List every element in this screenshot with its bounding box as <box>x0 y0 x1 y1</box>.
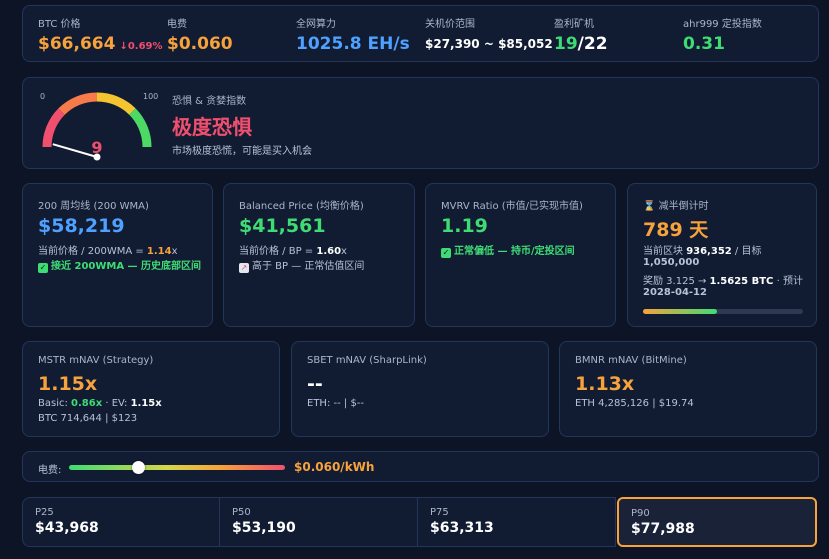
halving-title-row: ⌛ 减半倒计时 <box>643 201 709 212</box>
electricity-label: 电费 <box>167 19 187 30</box>
top-stats-bar: BTC 价格 $66,664 ↓0.69% 电费 $0.060 全网算力 1025… <box>22 5 819 62</box>
hourglass-icon: ⌛ <box>643 201 656 212</box>
mvrv-card: MVRV Ratio (市值/已实现市值) 1.19 ✓ 正常偏低 — 持币/定投… <box>425 183 616 327</box>
wma-card: 200 周均线 (200 WMA) $58,219 当前价格 / 200WMA … <box>22 183 213 327</box>
halving-progress-fill <box>643 309 717 314</box>
wma-ratio: 当前价格 / 200WMA = 1.14x <box>38 246 178 257</box>
electricity-stat: 电费 $0.060 <box>167 15 233 54</box>
gauge-max-label: 100 <box>143 92 158 101</box>
hashrate-value: 1025.8 EH/s <box>296 34 410 54</box>
electricity-value: $0.060 <box>167 34 233 54</box>
percentile-p75: P75 $63,313 <box>418 497 616 547</box>
mvrv-status: ✓ 正常偏低 — 持币/定投区间 <box>441 246 575 258</box>
percentile-label: P50 <box>232 507 251 518</box>
mstr-basic-ev: Basic: 0.86x · EV: 1.15x <box>38 398 162 409</box>
mstr-holdings: BTC 714,644 | $123 <box>38 413 138 424</box>
miners-total: /22 <box>577 34 608 54</box>
hashrate-label: 全网算力 <box>296 19 336 30</box>
percentile-value: $43,968 <box>35 520 99 536</box>
halving-progress-track <box>643 309 803 314</box>
percentile-p50: P50 $53,190 <box>220 497 418 547</box>
percentile-label: P90 <box>631 508 650 519</box>
btc-price-label: BTC 价格 <box>38 19 81 30</box>
sbet-holdings: ETH: -- | $-- <box>307 398 365 409</box>
bp-title: Balanced Price (均衡价格) <box>239 201 364 212</box>
bmnr-mnav-card: BMNR mNAV (BitMine) 1.13x ETH 4,285,126 … <box>559 341 817 437</box>
halving-card: ⌛ 减半倒计时 789 天 当前区块 936,352 / 目标 1,050,00… <box>627 183 817 327</box>
mstr-mnav-card: MSTR mNAV (Strategy) 1.15x Basic: 0.86x … <box>22 341 280 437</box>
bmnr-title: BMNR mNAV (BitMine) <box>575 355 687 366</box>
percentile-p25: P25 $43,968 <box>22 497 220 547</box>
chart-icon: ↗ <box>239 263 249 273</box>
sbet-value: -- <box>307 373 323 395</box>
shutdown-price-label: 关机价范围 <box>425 19 475 30</box>
electricity-slider-label: 电费: <box>38 465 62 476</box>
hashrate-stat: 全网算力 1025.8 EH/s <box>296 15 410 54</box>
btc-price-stat: BTC 价格 $66,664 ↓0.69% <box>38 15 163 54</box>
sbet-mnav-card: SBET mNAV (SharpLink) -- ETH: -- | $-- <box>291 341 549 437</box>
profitable-miners-count: 19 <box>554 34 578 54</box>
bp-ratio: 当前价格 / BP = 1.60x <box>239 246 347 257</box>
fear-greed-card: 0 100 9 恐惧 & 贪婪指数 极度恐惧 市场极度恐慌，可能是买入机会 <box>22 77 819 169</box>
mvrv-value: 1.19 <box>441 215 488 237</box>
bmnr-value: 1.13x <box>575 373 635 395</box>
wma-price: $58,219 <box>38 215 125 237</box>
sbet-title: SBET mNAV (SharpLink) <box>307 355 427 366</box>
gauge-value: 9 <box>91 138 102 157</box>
gauge-min-label: 0 <box>40 92 45 101</box>
wma-status: ✓ 接近 200WMA — 历史底部区间 <box>38 261 202 273</box>
percentile-label: P25 <box>35 507 54 518</box>
percentile-value: $77,988 <box>631 521 695 537</box>
electricity-slider-value: $0.060/kWh <box>294 460 375 474</box>
percentile-value: $63,313 <box>430 520 494 536</box>
shutdown-price-value: $27,390 ~ $85,052 <box>425 37 553 51</box>
fear-greed-title: 恐惧 & 贪婪指数 <box>172 96 247 107</box>
halving-date: 2028-04-12 <box>643 287 707 298</box>
halving-days: 789 天 <box>643 219 709 241</box>
check-icon: ✓ <box>38 263 48 273</box>
mstr-value: 1.15x <box>38 373 98 395</box>
fear-greed-description: 市场极度恐慌，可能是买入机会 <box>172 146 312 157</box>
profitable-miners-label: 盈利矿机 <box>554 19 594 30</box>
bp-status: ↗ 高于 BP — 正常估值区间 <box>239 261 365 273</box>
halving-block-target: 1,050,000 <box>643 257 700 268</box>
halving-reward-line: 奖励 3.125 → 1.5625 BTC · 预计 <box>643 276 803 287</box>
electricity-slider-thumb[interactable] <box>131 461 145 474</box>
percentile-label: P75 <box>430 507 449 518</box>
check-icon: ✓ <box>441 248 451 258</box>
gauge-needle <box>52 143 98 158</box>
electricity-slider-track[interactable] <box>69 461 285 474</box>
btc-price-change: ↓0.69% <box>119 41 163 52</box>
fear-greed-gauge: 0 100 9 <box>40 92 158 161</box>
mvrv-title: MVRV Ratio (市值/已实现市值) <box>441 201 583 212</box>
ahr999-stat: ahr999 定投指数 0.31 <box>683 15 762 54</box>
bmnr-holdings: ETH 4,285,126 | $19.74 <box>575 398 694 409</box>
ahr999-label: ahr999 定投指数 <box>683 19 762 30</box>
btc-price-value: $66,664 <box>38 34 116 54</box>
percentile-p90: P90 $77,988 <box>617 497 817 547</box>
fear-greed-status: 极度恐惧 <box>172 115 252 139</box>
percentile-value: $53,190 <box>232 520 296 536</box>
shutdown-price-stat: 关机价范围 $27,390 ~ $85,052 <box>425 15 553 51</box>
halving-block-line: 当前区块 936,352 / 目标 <box>643 246 762 257</box>
profitable-miners-stat: 盈利矿机 19/22 <box>554 15 608 54</box>
ahr999-value: 0.31 <box>683 34 725 54</box>
electricity-slider-row: 电费: $0.060/kWh <box>22 451 819 482</box>
wma-title: 200 周均线 (200 WMA) <box>38 201 149 212</box>
balanced-price-card: Balanced Price (均衡价格) $41,561 当前价格 / BP … <box>223 183 415 327</box>
bp-price: $41,561 <box>239 215 326 237</box>
mstr-title: MSTR mNAV (Strategy) <box>38 355 154 366</box>
